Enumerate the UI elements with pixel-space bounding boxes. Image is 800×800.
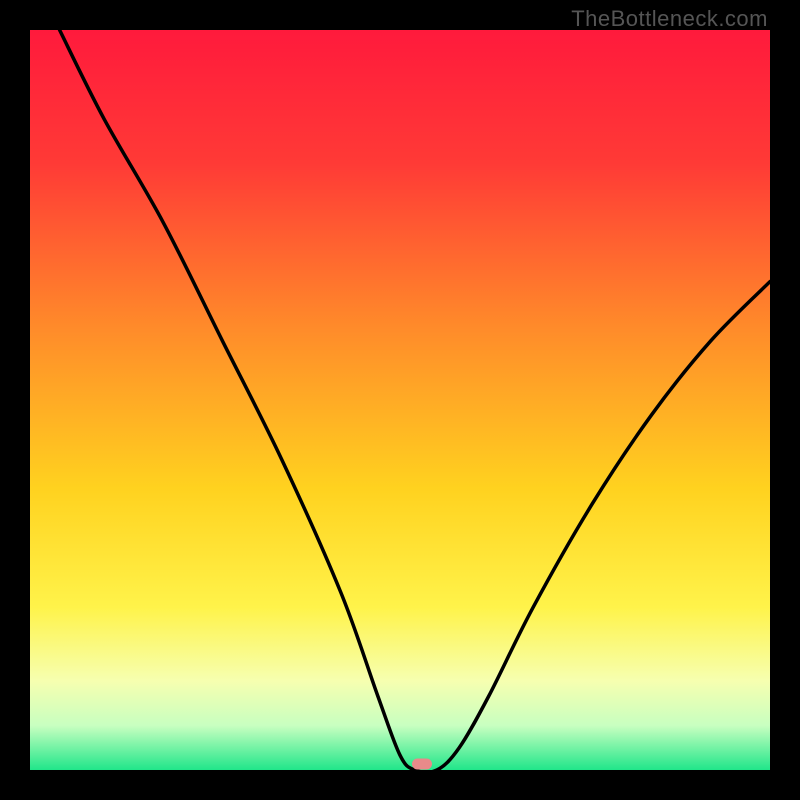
optimal-marker (412, 759, 432, 770)
bottleneck-curve (30, 30, 770, 770)
chart-frame: TheBottleneck.com (0, 0, 800, 800)
watermark-text: TheBottleneck.com (571, 6, 768, 32)
plot-area (30, 30, 770, 770)
